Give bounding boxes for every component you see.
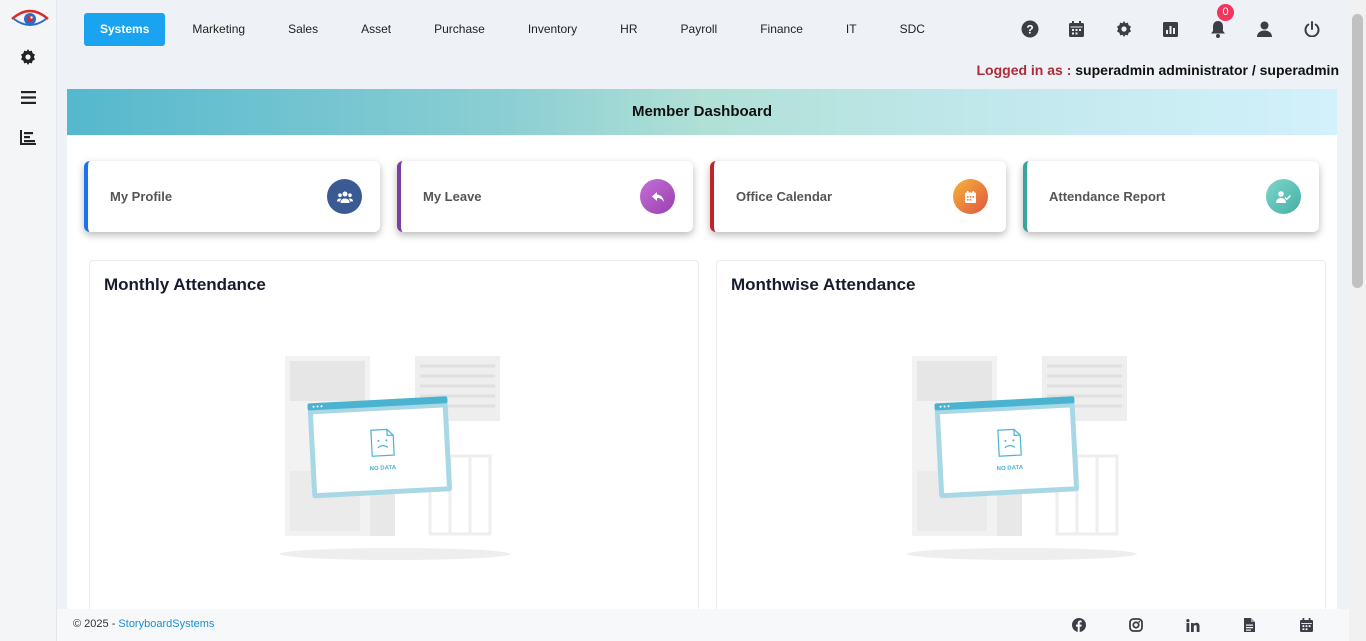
nav-sales[interactable]: Sales: [288, 13, 318, 46]
nav-purchase[interactable]: Purchase: [434, 13, 485, 46]
nav-asset[interactable]: Asset: [361, 13, 391, 46]
facebook-icon[interactable]: [1050, 617, 1107, 633]
panel-title: Monthwise Attendance: [731, 275, 916, 294]
gear-icon[interactable]: [18, 47, 38, 67]
bell-icon[interactable]: 0: [1194, 4, 1241, 41]
copyright: © 2025 - StoryboardSystems: [73, 618, 214, 630]
users-icon: [327, 179, 362, 214]
nav-finance[interactable]: Finance: [760, 13, 803, 46]
no-data-illustration: NO DATA: [907, 356, 1137, 560]
card-label: My Leave: [423, 189, 482, 204]
calendar-icon[interactable]: [1278, 617, 1335, 633]
nav-it[interactable]: IT: [846, 13, 857, 46]
menu-icon[interactable]: [18, 87, 38, 107]
module-nav: Systems Marketing Sales Asset Purchase I…: [84, 13, 925, 46]
no-data-illustration: NO DATA: [280, 356, 510, 560]
page-scrollbar[interactable]: [1349, 0, 1366, 641]
shortcut-cards: My Profile My Leave Office Calendar Atte…: [84, 161, 1336, 232]
session-label: Logged in as :: [976, 62, 1072, 78]
card-label: My Profile: [110, 189, 173, 204]
calendar-icon: [953, 179, 988, 214]
nav-hr[interactable]: HR: [620, 13, 637, 46]
svg-text:?: ?: [1026, 23, 1033, 37]
left-sidebar: [0, 0, 57, 641]
card-office-calendar[interactable]: Office Calendar: [710, 161, 1006, 232]
monthwise-attendance-panel: Monthwise Attendance NO DATA: [716, 260, 1326, 609]
user-icon[interactable]: [1241, 17, 1288, 41]
user-check-icon: [1266, 179, 1301, 214]
nav-marketing[interactable]: Marketing: [192, 13, 245, 46]
power-icon[interactable]: [1288, 17, 1335, 41]
document-icon[interactable]: [1221, 617, 1278, 633]
nav-sdc[interactable]: SDC: [900, 13, 925, 46]
chart-icon[interactable]: [18, 127, 38, 147]
nav-systems[interactable]: Systems: [84, 13, 166, 46]
toolbar: ? 0: [1006, 4, 1335, 41]
scrollbar-thumb[interactable]: [1352, 14, 1363, 288]
top-navbar: Systems Marketing Sales Asset Purchase I…: [57, 0, 1349, 59]
reply-icon: [640, 179, 675, 214]
card-label: Attendance Report: [1049, 189, 1166, 204]
card-attendance-report[interactable]: Attendance Report: [1023, 161, 1319, 232]
monthly-attendance-panel: Monthly Attendance NO DATA: [89, 260, 699, 609]
card-my-profile[interactable]: My Profile: [84, 161, 380, 232]
card-my-leave[interactable]: My Leave: [397, 161, 693, 232]
panel-title: Monthly Attendance: [104, 275, 266, 294]
help-icon[interactable]: ?: [1006, 17, 1053, 41]
footer: © 2025 - StoryboardSystems: [57, 609, 1349, 641]
nav-inventory[interactable]: Inventory: [528, 13, 577, 46]
company-link[interactable]: StoryboardSystems: [118, 618, 214, 630]
nav-payroll[interactable]: Payroll: [681, 13, 718, 46]
linkedin-icon[interactable]: [1164, 617, 1221, 633]
card-label: Office Calendar: [736, 189, 833, 204]
settings-icon[interactable]: [1100, 17, 1147, 41]
dashboard-content: Member Dashboard My Profile My Leave Off…: [67, 89, 1337, 609]
session-info: Logged in as : superadmin administrator …: [976, 62, 1339, 78]
copyright-text: © 2025 -: [73, 618, 119, 630]
session-user: superadmin administrator / superadmin: [1075, 62, 1339, 78]
eye-logo[interactable]: [11, 7, 49, 31]
calendar-icon[interactable]: [1053, 17, 1100, 41]
notification-badge: 0: [1217, 4, 1234, 21]
footer-icons: [1050, 617, 1335, 633]
report-icon[interactable]: [1147, 17, 1194, 41]
instagram-icon[interactable]: [1107, 617, 1164, 633]
page-title: Member Dashboard: [67, 89, 1337, 135]
